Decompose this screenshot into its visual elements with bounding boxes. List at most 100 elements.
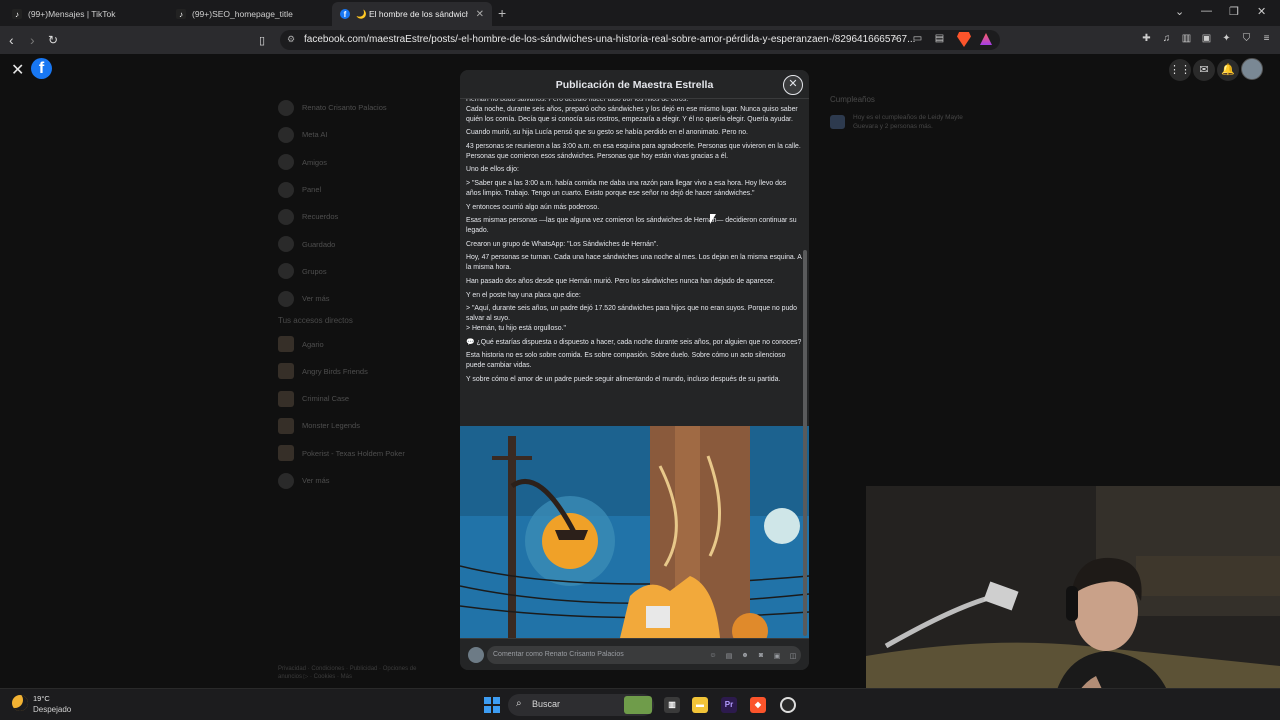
chevron-down-icon [278, 472, 294, 489]
post-body[interactable]: Hernán no pudo salvarlos. Pero decidió h… [460, 94, 809, 638]
shortcut-agario[interactable]: Agario [278, 330, 438, 357]
comment-input[interactable]: Comentar como Renato Crisanto Palacios [487, 646, 801, 664]
sidebar-item-label: Amigos [302, 157, 328, 167]
post-illustration[interactable] [460, 426, 809, 638]
sticker-icon[interactable]: ▤ [724, 652, 734, 662]
meta-ai-icon [278, 126, 294, 143]
avatar [278, 99, 294, 116]
menu-icon[interactable]: ≡ [1260, 33, 1273, 46]
facebook-logo-icon[interactable]: f [31, 58, 52, 79]
profile-avatar[interactable] [1241, 58, 1263, 80]
notifications-icon[interactable]: 🔔 [1217, 59, 1239, 81]
gift-icon [830, 115, 845, 129]
shortcut-label: Angry Birds Friends [302, 366, 368, 376]
avatar-sticker-icon[interactable]: ☺ [708, 652, 718, 662]
weather-description[interactable]: Despejado [33, 705, 71, 714]
post-paragraph: Y sobre cómo el amor de un padre puede s… [466, 375, 781, 383]
wallet-icon[interactable]: ▣ [1200, 33, 1213, 46]
close-modal-button[interactable]: ✕ [783, 75, 803, 95]
menu-grid-icon[interactable]: ⋮⋮ [1169, 59, 1191, 81]
tiktok-icon: ♪ [12, 9, 22, 19]
sidebar-icon[interactable]: ▥ [1180, 33, 1193, 46]
sticker-square-icon[interactable]: ◫ [788, 652, 798, 662]
post-paragraph: Uno de ellos dijo: [466, 166, 519, 174]
vpn-shield-icon[interactable]: ⛉ [1240, 33, 1253, 46]
post-paragraph: Crearon un grupo de WhatsApp: "Los Sándw… [466, 240, 659, 248]
shortcut-criminal-case[interactable]: Criminal Case [278, 385, 438, 412]
webcam-feed [866, 486, 1280, 720]
footer-links[interactable]: Privacidad · Condiciones · Publicidad · … [278, 665, 438, 681]
messenger-icon[interactable]: ✉ [1193, 59, 1215, 81]
modal-header: Publicación de Maestra Estrella ✕ [460, 70, 809, 99]
chevron-down-icon[interactable]: ⌄ [1175, 5, 1184, 18]
modal-title: Publicación de Maestra Estrella [555, 79, 714, 91]
post-text: Hernán no pudo salvarlos. Pero decidió h… [460, 95, 809, 385]
webcam-overlay [866, 486, 1280, 720]
extensions-icon[interactable]: ✚ [1140, 33, 1153, 46]
sidebar-item-label: Grupos [302, 266, 327, 276]
tab-tiktok-messages[interactable]: ♪ (99+)Mensajes | TikTok [4, 2, 164, 26]
maximize-icon[interactable]: ❐ [1229, 5, 1239, 18]
sidebar-item-meta-ai[interactable]: Meta AI [278, 121, 438, 148]
post-paragraph: Cada noche, durante seis años, preparó o… [466, 105, 798, 123]
camera-icon[interactable]: ◙ [756, 652, 766, 662]
close-tab-icon[interactable]: ✕ [476, 9, 484, 20]
sidebar-item-profile[interactable]: Renato Crisanto Palacios [278, 94, 438, 121]
game-icon [278, 417, 294, 434]
tab-seo-homepage[interactable]: ♪ (99+)SEO_homepage_title [168, 2, 328, 26]
chevron-down-icon [278, 290, 294, 307]
shortcut-pokerist[interactable]: Pokerist - Texas Holdem Poker [278, 440, 438, 467]
sidebar-item-panel[interactable]: Panel [278, 176, 438, 203]
cast-icon[interactable]: ▭ [911, 33, 924, 46]
shortcut-angry-birds[interactable]: Angry Birds Friends [278, 358, 438, 385]
leo-ai-icon[interactable]: ✦ [1220, 33, 1233, 46]
shortcut-monster-legends[interactable]: Monster Legends [278, 412, 438, 439]
post-paragraph: Y en el poste hay una placa que dice: [466, 291, 581, 299]
file-explorer-icon[interactable]: ▬ [692, 697, 708, 713]
back-icon[interactable]: ‹ [9, 32, 14, 48]
weather-moon-icon[interactable] [12, 695, 28, 711]
reader-mode-icon[interactable]: ▤ [933, 33, 946, 46]
post-paragraph: Esta historia no es solo sobre comida. E… [466, 352, 786, 370]
post-paragraph: Esas mismas personas —las que alguna vez… [466, 217, 797, 235]
sidebar-item-label: Guardado [302, 239, 336, 249]
premiere-pro-icon[interactable]: Pr [721, 697, 737, 713]
url-text: facebook.com/maestraEstre/posts/-el-homb… [304, 34, 916, 45]
start-button[interactable] [484, 697, 500, 713]
modal-scrollbar[interactable] [803, 250, 807, 636]
game-icon [278, 363, 294, 380]
task-view-icon[interactable]: ▥ [664, 697, 680, 713]
bookmark-icon [278, 236, 294, 253]
birthday-notice[interactable]: Hoy es el cumpleaños de Leidy Mayte Guev… [830, 113, 980, 131]
birthdays-title: Cumpleaños [830, 95, 875, 104]
tab-facebook-post[interactable]: f 🌙 El hombre de los sándwiches ✕ [332, 2, 492, 26]
app-icon[interactable] [780, 697, 796, 713]
media-icon[interactable]: ♫ [1160, 33, 1173, 46]
emoji-icon[interactable]: ☻ [740, 652, 750, 662]
reload-icon[interactable]: ↻ [48, 33, 58, 47]
sidebar-item-memories[interactable]: Recuerdos [278, 203, 438, 230]
minimize-icon[interactable]: — [1201, 5, 1212, 17]
search-icon[interactable]: ⌕ [888, 33, 901, 46]
post-modal: Publicación de Maestra Estrella ✕ Hernán… [460, 70, 809, 670]
site-info-icon[interactable]: ⚙ [287, 34, 295, 45]
sidebar-see-more[interactable]: Ver más [278, 285, 438, 312]
sidebar-item-label: Recuerdos [302, 212, 339, 222]
close-viewer-icon[interactable]: ✕ [11, 60, 24, 80]
brave-browser-icon[interactable]: ◆ [750, 697, 766, 713]
sidebar-item-groups[interactable]: Grupos [278, 258, 438, 285]
game-icon [278, 445, 294, 462]
left-sidebar: Renato Crisanto Palacios Meta AI Amigos … [278, 94, 438, 494]
weather-temperature[interactable]: 19°C [33, 694, 50, 703]
forward-icon[interactable]: › [30, 32, 35, 48]
taskbar-search[interactable]: ⌕ Buscar [508, 694, 654, 716]
bookmark-icon[interactable]: ▯ [259, 34, 265, 47]
tiktok-icon: ♪ [176, 9, 186, 19]
shortcuts-see-more[interactable]: Ver más [278, 467, 438, 494]
sidebar-item-friends[interactable]: Amigos [278, 149, 438, 176]
close-window-icon[interactable]: ✕ [1257, 5, 1266, 18]
sidebar-item-saved[interactable]: Guardado [278, 230, 438, 257]
new-tab-icon[interactable]: + [498, 5, 506, 21]
avatar[interactable] [468, 647, 484, 663]
gif-icon[interactable]: ▣ [772, 652, 782, 662]
